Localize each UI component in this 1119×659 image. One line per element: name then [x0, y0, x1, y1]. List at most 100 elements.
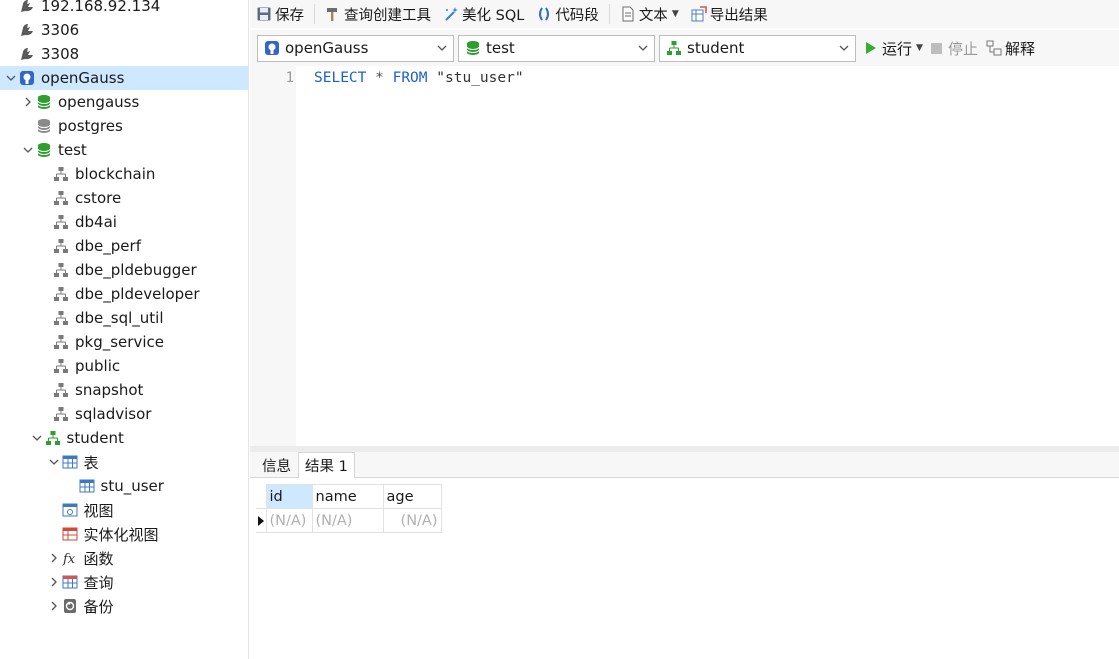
text-mode-label: 文本: [638, 7, 668, 24]
sql-editor[interactable]: 1 SELECT * FROM "stu_user": [250, 66, 1119, 446]
tree-item-label: test: [58, 141, 87, 159]
column-header-name[interactable]: name: [311, 484, 384, 509]
tree-item[interactable]: sqladvisor: [0, 402, 248, 426]
tree-item[interactable]: db4ai: [0, 210, 248, 234]
materialized-view-icon: [61, 525, 79, 543]
dropdown-caret-icon[interactable]: ▼: [916, 43, 923, 53]
tree-item-label: 3308: [41, 45, 80, 63]
stop-button[interactable]: 停止: [930, 38, 978, 59]
tree-item[interactable]: 视图: [0, 498, 248, 522]
tree-item[interactable]: 192.168.92.134: [0, 0, 248, 18]
toolbar-divider: [314, 4, 315, 24]
tree-item[interactable]: snapshot: [0, 378, 248, 402]
tree-item-label: 视图: [83, 501, 114, 520]
tree-item[interactable]: fx 函数: [0, 546, 248, 570]
tree-item-label: dbe_pldeveloper: [75, 285, 200, 303]
sql-operator: *: [375, 70, 384, 86]
save-button[interactable]: 保存: [250, 1, 310, 27]
sql-keyword: SELECT: [314, 70, 367, 86]
tree-item[interactable]: public: [0, 354, 248, 378]
tree-item[interactable]: openGauss: [0, 66, 248, 90]
beautify-sql-button[interactable]: 美化 SQL: [437, 1, 530, 27]
parentheses-icon: [539, 7, 550, 21]
chevron-right-icon[interactable]: [47, 594, 61, 618]
database-open-icon: [35, 93, 53, 111]
tree-item[interactable]: 表: [0, 450, 248, 474]
schema-icon: [52, 285, 70, 303]
database-open-icon: [464, 39, 482, 57]
tree-item[interactable]: 3306: [0, 18, 248, 42]
cell-name[interactable]: (N/A): [311, 508, 384, 533]
dropdown-caret-icon: ▼: [671, 9, 679, 19]
connection-select[interactable]: openGauss: [257, 34, 454, 62]
tree-item-label: 函数: [83, 549, 114, 568]
cell-age[interactable]: (N/A): [382, 508, 442, 533]
tree-item[interactable]: opengauss: [0, 90, 248, 114]
tree-item[interactable]: student: [0, 426, 248, 450]
query-toolbar: 保存 查询创建工具 美化 SQL 代码段 文本 ▼ 导出结果: [250, 0, 1119, 28]
database-select[interactable]: test: [458, 34, 655, 62]
explain-button[interactable]: 解释: [986, 38, 1035, 59]
tree-item[interactable]: 备份: [0, 594, 248, 618]
chevron-right-icon[interactable]: [47, 546, 61, 570]
table-row[interactable]: (N/A) (N/A) (N/A): [256, 508, 442, 533]
tree-item-label: snapshot: [75, 381, 144, 399]
chevron-right-icon[interactable]: [47, 570, 61, 594]
chevron-down-icon[interactable]: [47, 450, 61, 474]
row-header-corner: [256, 484, 266, 509]
query-builder-button[interactable]: 查询创建工具: [319, 1, 437, 27]
database-open-icon: [35, 141, 53, 159]
column-header-id[interactable]: id: [265, 484, 313, 509]
tree-item-label: openGauss: [41, 69, 125, 87]
tree-item[interactable]: test: [0, 138, 248, 162]
tree-item[interactable]: dbe_pldeveloper: [0, 282, 248, 306]
tree-item-label: opengauss: [58, 93, 140, 111]
text-mode-button[interactable]: 文本 ▼: [614, 1, 685, 27]
tree-item-label: 实体化视图: [83, 525, 159, 544]
tree-item[interactable]: 实体化视图: [0, 522, 248, 546]
object-tree: 192.168.92.134 3306 3308 openGauss opengauss…: [0, 0, 249, 659]
schema-value: student: [687, 39, 745, 57]
tree-item[interactable]: 查询: [0, 570, 248, 594]
code-snippet-button[interactable]: 代码段: [530, 1, 605, 27]
tree-item[interactable]: dbe_pldebugger: [0, 258, 248, 282]
tree-item[interactable]: 3308: [0, 42, 248, 66]
tree-item[interactable]: cstore: [0, 186, 248, 210]
schema-select[interactable]: student: [659, 34, 856, 62]
tab-result-1[interactable]: 结果 1: [298, 452, 355, 478]
cell-id[interactable]: (N/A): [265, 508, 313, 533]
save-label: 保存: [275, 7, 304, 24]
tree-item[interactable]: postgres: [0, 114, 248, 138]
sql-code-line[interactable]: SELECT * FROM "stu_user": [314, 70, 524, 86]
schema-icon: [52, 381, 70, 399]
chevron-down-icon[interactable]: [4, 66, 18, 90]
run-button[interactable]: 运行 ▼: [866, 38, 923, 59]
schema-icon: [52, 333, 70, 351]
tab-info[interactable]: 信息: [255, 452, 298, 477]
magic-wand-icon: [445, 7, 458, 21]
backup-icon: [61, 597, 79, 615]
table-group-icon: [61, 453, 79, 471]
export-results-button[interactable]: 导出结果: [685, 1, 774, 27]
tree-item[interactable]: pkg_service: [0, 330, 248, 354]
tree-item[interactable]: blockchain: [0, 162, 248, 186]
stop-icon: [930, 42, 942, 54]
chevron-down-icon: [638, 45, 648, 51]
tree-item[interactable]: dbe_sql_util: [0, 306, 248, 330]
tree-item[interactable]: dbe_perf: [0, 234, 248, 258]
line-number: 1: [285, 70, 294, 86]
column-header-age[interactable]: age: [382, 484, 442, 509]
code-snippet-label: 代码段: [555, 7, 599, 24]
chevron-down-icon[interactable]: [30, 426, 44, 450]
hammer-icon: [327, 8, 337, 21]
stop-label: 停止: [947, 39, 978, 58]
result-grid[interactable]: id name age (N/A) (N/A) (N/A): [256, 484, 442, 533]
row-pointer-icon: [258, 515, 264, 526]
chevron-down-icon[interactable]: [21, 138, 35, 162]
chevron-right-icon[interactable]: [21, 90, 35, 114]
tree-item[interactable]: stu_user: [0, 474, 248, 498]
svg-text:fx: fx: [62, 552, 76, 566]
